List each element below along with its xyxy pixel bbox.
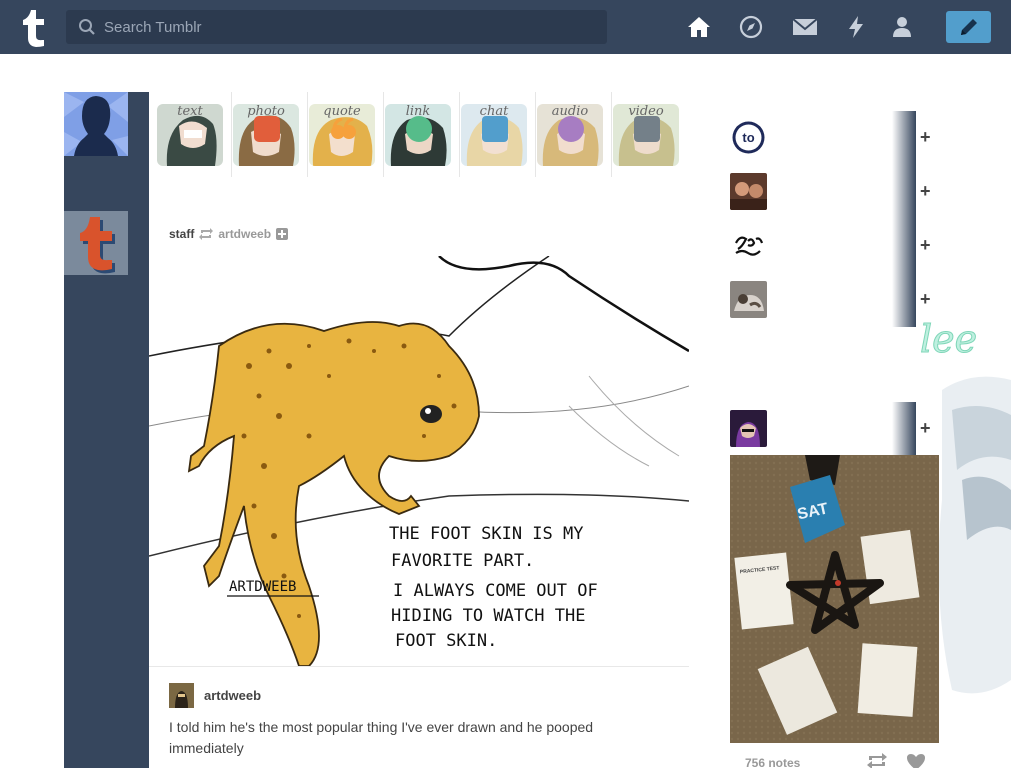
- divider: [307, 92, 308, 177]
- post-type-quote-label: quote: [323, 104, 361, 119]
- divider: [892, 111, 916, 165]
- art-text-line3: I ALWAYS COME OUT OF: [393, 581, 598, 601]
- pencil-icon: [960, 19, 977, 35]
- artist-signature: ARTDWEEB: [229, 579, 296, 595]
- good-avatar: [730, 227, 767, 264]
- divider: [892, 402, 916, 456]
- user-avatar[interactable]: [64, 92, 128, 156]
- search-bar[interactable]: [66, 10, 607, 44]
- post-author-link[interactable]: staff: [169, 227, 194, 241]
- post-type-link[interactable]: link: [385, 104, 451, 166]
- art-text-line5: FOOT SKIN.: [395, 631, 497, 651]
- background-watermark-text: lee: [920, 317, 977, 361]
- follow-plus-icon[interactable]: [276, 228, 289, 240]
- post-type-photo[interactable]: photo: [233, 104, 299, 166]
- post-card: staff artdweeb ARTDWEEB THE FOOT SKIN IS…: [149, 211, 689, 768]
- post-type-quote[interactable]: quote: [309, 104, 375, 166]
- divider: [535, 92, 536, 177]
- follow-button[interactable]: +: [920, 235, 931, 256]
- video-icon: [634, 116, 660, 142]
- divider: [231, 92, 232, 177]
- home-icon[interactable]: [685, 13, 713, 41]
- camera-icon: [254, 116, 280, 142]
- top-navigation-bar: [0, 0, 1011, 54]
- post-type-audio[interactable]: audio: [537, 104, 603, 166]
- post-type-photo-label: photo: [247, 104, 285, 119]
- dashboard-left-column: [64, 92, 149, 768]
- mail-icon[interactable]: [791, 13, 819, 41]
- link-icon: [406, 116, 432, 142]
- reblog-icon[interactable]: [866, 753, 888, 768]
- reblog-source-link[interactable]: artdweeb: [218, 227, 271, 241]
- radar-avatar: [730, 410, 767, 447]
- account-icon[interactable]: [888, 13, 916, 41]
- post-type-audio-label: audio: [551, 104, 589, 119]
- art-text-line4: HIDING TO WATCH THE: [391, 606, 585, 626]
- caption-user-avatar[interactable]: [169, 683, 194, 708]
- follow-button[interactable]: +: [920, 418, 931, 439]
- divider: [892, 165, 916, 219]
- post-type-video-label: video: [628, 104, 664, 119]
- post-type-video[interactable]: video: [613, 104, 679, 166]
- divider: [892, 219, 916, 273]
- search-input[interactable]: [104, 10, 594, 44]
- post-type-bar: text photo quote link chat audio video: [149, 92, 689, 191]
- radar-blog[interactable]: +: [730, 402, 931, 458]
- post-header: staff artdweeb: [169, 226, 289, 242]
- reblog-icon: [199, 228, 214, 240]
- recommended-blog[interactable]: +: [730, 165, 931, 221]
- post-type-chat[interactable]: chat: [461, 104, 527, 166]
- radar-post-image[interactable]: SAT PRACTICE TEST: [730, 455, 939, 743]
- caption-text: I told him he's the most popular thing I…: [169, 719, 594, 756]
- divider: [383, 92, 384, 177]
- post-type-text-label: text: [177, 104, 203, 119]
- chat-icon: [482, 116, 508, 142]
- audio-icon: [558, 116, 584, 142]
- activity-icon[interactable]: [842, 13, 870, 41]
- to-avatar: to: [730, 119, 767, 156]
- art-text-line2: FAVORITE PART.: [391, 551, 534, 571]
- recommended-blog[interactable]: +: [730, 219, 931, 275]
- art-text-line1: THE FOOT SKIN IS MY: [389, 524, 583, 544]
- cat-avatar: [730, 281, 767, 318]
- explore-icon[interactable]: [737, 13, 765, 41]
- post-type-text[interactable]: text: [157, 104, 223, 166]
- to-badge-text: to: [742, 130, 754, 145]
- divider: [611, 92, 612, 177]
- post-type-link-label: link: [405, 104, 431, 119]
- photo-avatar: [730, 173, 767, 210]
- search-icon: [79, 19, 95, 35]
- post-type-chat-label: chat: [479, 104, 509, 119]
- divider: [459, 92, 460, 177]
- tumblr-logo-icon[interactable]: [14, 6, 54, 48]
- recommended-blog[interactable]: to +: [730, 111, 931, 167]
- follow-button[interactable]: +: [920, 181, 931, 202]
- gecko-illustration: ARTDWEEB THE FOOT SKIN IS MY FAVORITE PA…: [149, 256, 689, 666]
- divider: [149, 666, 689, 667]
- notes-count[interactable]: 756 notes: [745, 756, 800, 768]
- quote-icon: [330, 116, 356, 142]
- radar-actions: [866, 753, 926, 768]
- staff-avatar[interactable]: [64, 211, 128, 275]
- like-heart-icon[interactable]: [906, 753, 926, 768]
- recommended-blog[interactable]: +: [730, 273, 931, 329]
- compose-button[interactable]: [946, 11, 991, 43]
- follow-button[interactable]: +: [920, 127, 931, 148]
- caption-username[interactable]: artdweeb: [204, 688, 261, 703]
